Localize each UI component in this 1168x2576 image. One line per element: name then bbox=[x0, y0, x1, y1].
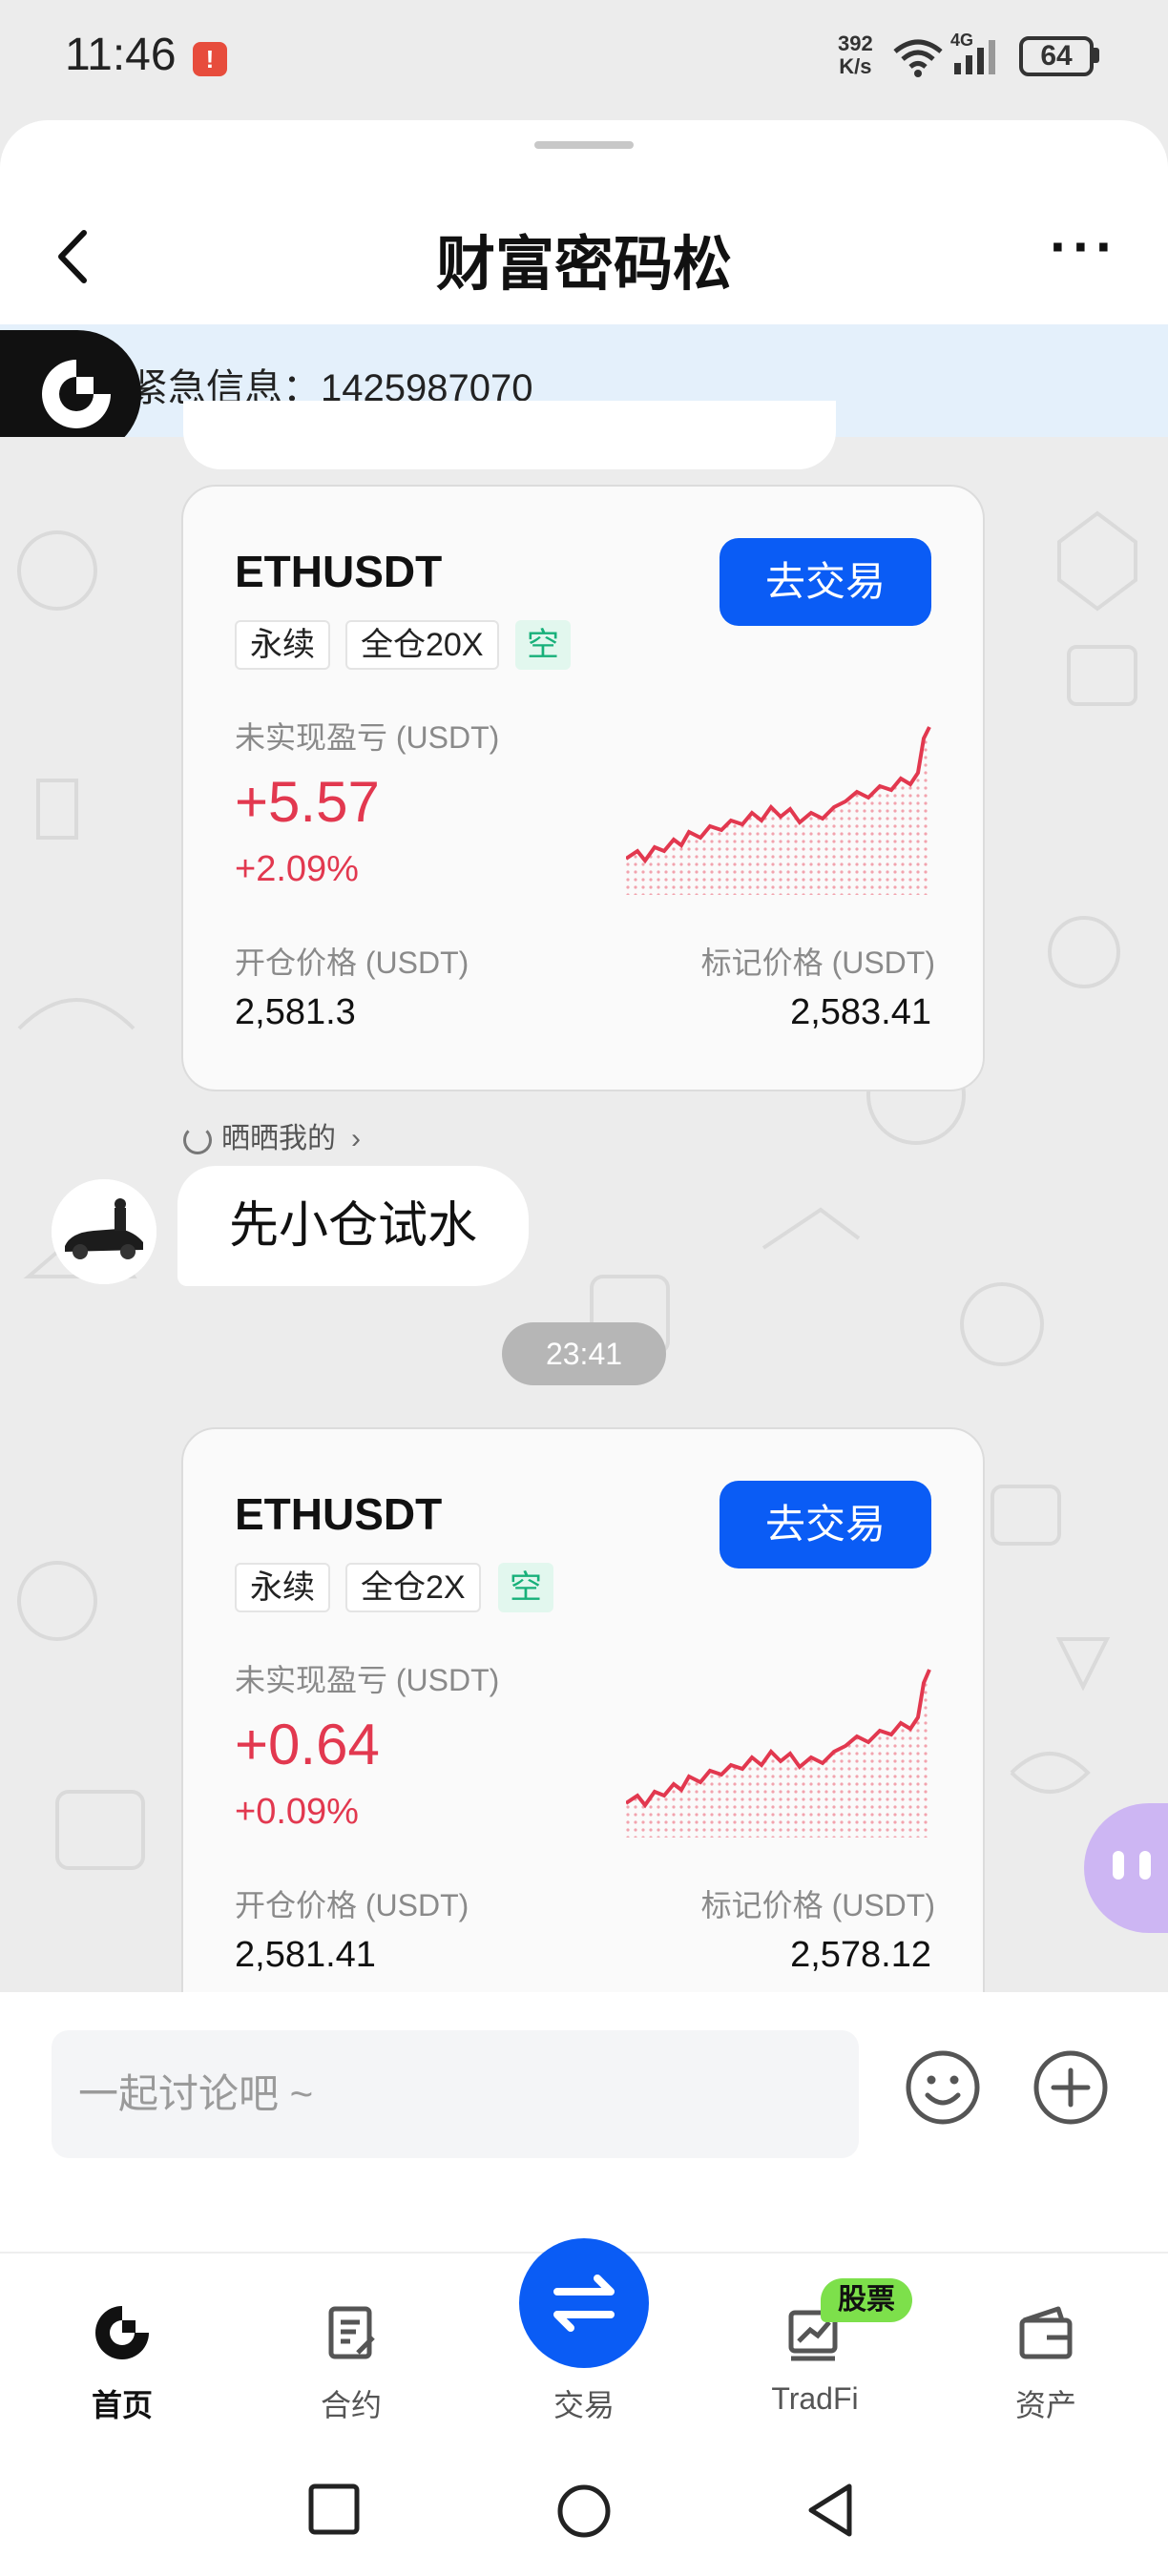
swap-icon[interactable] bbox=[519, 2238, 649, 2368]
refresh-icon bbox=[183, 1126, 212, 1155]
stocks-badge: 股票 bbox=[821, 2278, 912, 2322]
open-price-label: 开仓价格 (USDT) bbox=[235, 945, 469, 980]
page-title: 财富密码松 bbox=[435, 232, 732, 298]
more-button[interactable]: ··· bbox=[1050, 218, 1118, 280]
tag-short: 空 bbox=[515, 620, 571, 670]
drag-handle[interactable] bbox=[534, 141, 634, 149]
pnl-label: 未实现盈亏 (USDT) bbox=[235, 720, 500, 755]
wifi-icon bbox=[893, 39, 943, 77]
tag-leverage: 全仓20X bbox=[345, 620, 499, 670]
tag-leverage: 全仓2X bbox=[345, 1563, 481, 1612]
recents-icon[interactable] bbox=[307, 2483, 361, 2536]
emoji-icon[interactable] bbox=[903, 2047, 983, 2128]
pnl-percent: +0.09% bbox=[235, 1792, 359, 1832]
pnl-sparkline bbox=[626, 726, 931, 895]
open-price: 2,581.41 bbox=[235, 1935, 376, 1975]
net-speed: 392 K/s bbox=[838, 32, 873, 78]
chevron-right-icon: › bbox=[351, 1123, 361, 1154]
card-symbol: ETHUSDT bbox=[235, 1489, 443, 1539]
tab-label: TradFi bbox=[771, 2381, 859, 2416]
pnl-sparkline bbox=[626, 1669, 931, 1838]
previous-message-bubble bbox=[183, 401, 836, 469]
home-circle-icon[interactable] bbox=[555, 2483, 613, 2540]
card-symbol: ETHUSDT bbox=[235, 547, 443, 596]
tag-perpetual: 永续 bbox=[235, 620, 330, 670]
tab-label: 合约 bbox=[320, 2388, 382, 2422]
go-trade-button[interactable]: 去交易 bbox=[720, 538, 931, 626]
pnl-value: +5.57 bbox=[235, 770, 380, 834]
alert-icon: ! bbox=[193, 42, 227, 76]
tab-assets[interactable]: 资产 bbox=[970, 2299, 1122, 2425]
signal-icon bbox=[954, 40, 995, 74]
pnl-label: 未实现盈亏 (USDT) bbox=[235, 1663, 500, 1697]
chevron-left-icon[interactable] bbox=[46, 223, 103, 290]
tab-trade[interactable]: 交易 bbox=[508, 2381, 660, 2425]
go-trade-button[interactable]: 去交易 bbox=[720, 1481, 931, 1568]
avatar[interactable] bbox=[52, 1179, 156, 1284]
tab-label: 首页 bbox=[91, 2388, 153, 2422]
open-price-label: 开仓价格 (USDT) bbox=[235, 1888, 469, 1922]
wallet-icon bbox=[1019, 2306, 1073, 2359]
battery-tip bbox=[1094, 48, 1099, 63]
mark-price-label: 标记价格 (USDT) bbox=[700, 1888, 935, 1922]
plus-icon[interactable] bbox=[1031, 2047, 1111, 2128]
share-link[interactable]: 晒晒我的 › bbox=[183, 1114, 361, 1156]
contract-icon bbox=[328, 2306, 375, 2359]
chat-message[interactable]: 先小仓试水 bbox=[177, 1166, 530, 1286]
message-input[interactable]: 一起讨论吧 ~ bbox=[52, 2030, 859, 2158]
battery-icon: 64 bbox=[1019, 36, 1094, 76]
mark-price-label: 标记价格 (USDT) bbox=[700, 945, 935, 980]
tab-label: 交易 bbox=[553, 2388, 615, 2422]
pnl-value: +0.64 bbox=[235, 1713, 380, 1776]
share-link-label: 晒晒我的 bbox=[221, 1123, 336, 1154]
home-gate-icon bbox=[95, 2306, 149, 2359]
open-price: 2,581.3 bbox=[235, 992, 356, 1032]
status-time: 11:46 bbox=[65, 30, 177, 80]
tab-home[interactable]: 首页 bbox=[46, 2299, 198, 2425]
mark-price: 2,578.12 bbox=[790, 1935, 931, 1975]
net-speed-unit: K/s bbox=[839, 54, 872, 78]
tab-label: 资产 bbox=[1014, 2388, 1076, 2422]
back-triangle-icon[interactable] bbox=[803, 2481, 857, 2540]
net-speed-value: 392 bbox=[838, 31, 873, 55]
tag-short: 空 bbox=[498, 1563, 553, 1612]
pnl-percent: +2.09% bbox=[235, 849, 359, 889]
tag-perpetual: 永续 bbox=[235, 1563, 330, 1612]
timestamp-pill: 23:41 bbox=[502, 1322, 666, 1385]
mark-price: 2,583.41 bbox=[790, 992, 931, 1032]
tab-contract[interactable]: 合约 bbox=[275, 2299, 428, 2425]
